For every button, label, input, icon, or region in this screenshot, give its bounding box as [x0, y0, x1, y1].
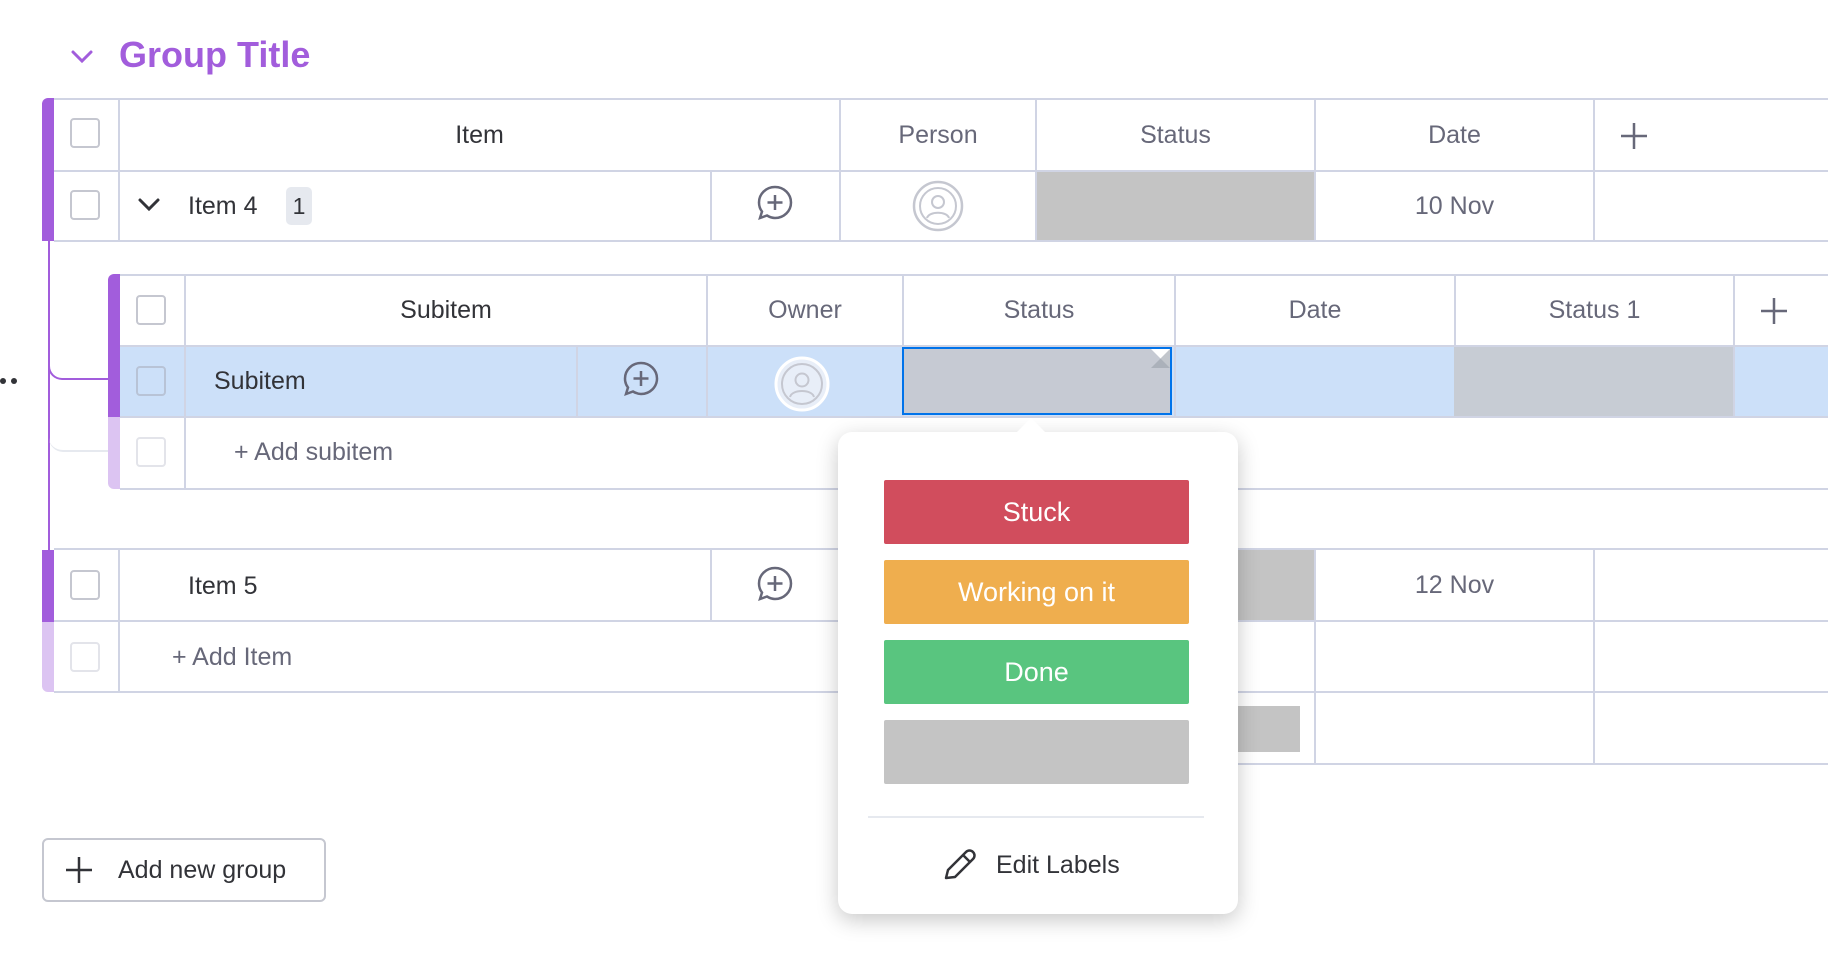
status-cell[interactable] — [1037, 172, 1314, 240]
subitem-connector — [48, 360, 110, 380]
status-option-stuck[interactable]: Stuck — [884, 480, 1189, 544]
subitem-table-bar-faint — [108, 417, 120, 489]
add-item-button[interactable]: + Add Item — [172, 643, 292, 672]
column-header-date[interactable]: Date — [1316, 100, 1593, 170]
group-color-bar-faint — [42, 622, 54, 692]
edit-labels-button[interactable]: Edit Labels — [940, 842, 1140, 888]
column-header-status-1[interactable]: Status 1 — [1456, 276, 1733, 345]
add-subitem-button[interactable]: + Add subitem — [234, 438, 393, 467]
popup-divider — [868, 816, 1204, 818]
column-header-owner[interactable]: Owner — [708, 276, 902, 345]
owner-person-icon[interactable] — [774, 356, 830, 412]
add-column-plus-icon[interactable] — [1619, 121, 1649, 151]
select-all-checkbox[interactable] — [70, 118, 100, 148]
add-new-group-button[interactable]: Add new group — [42, 838, 326, 902]
expand-subitems-chevron-icon[interactable] — [136, 194, 162, 216]
group-color-bar — [42, 550, 54, 622]
add-update-icon[interactable] — [756, 184, 794, 222]
subitem-table-bar — [108, 274, 120, 417]
group-color-bar — [42, 98, 54, 241]
status-cell-active[interactable] — [902, 347, 1172, 415]
column-header-subitem[interactable]: Subitem — [186, 276, 706, 345]
add-update-icon[interactable] — [622, 360, 660, 398]
group-title[interactable]: Group Title — [119, 34, 310, 76]
date-cell[interactable]: 12 Nov — [1316, 550, 1593, 620]
column-header-date[interactable]: Date — [1176, 276, 1454, 345]
add-subitem-checkbox — [136, 437, 166, 467]
popup-arrow — [1015, 418, 1047, 434]
subitem-count-badge[interactable]: 1 — [286, 187, 312, 225]
row-checkbox[interactable] — [70, 570, 100, 600]
column-header-item[interactable]: Item — [120, 100, 839, 170]
collapse-group-chevron-icon[interactable] — [68, 44, 96, 68]
subitem-connector-faint — [49, 400, 110, 452]
add-update-icon[interactable] — [756, 565, 794, 603]
column-header-person[interactable]: Person — [841, 100, 1035, 170]
edit-labels-text: Edit Labels — [996, 850, 1120, 879]
add-item-checkbox — [70, 642, 100, 672]
item-name[interactable]: Item 4 — [188, 192, 257, 221]
column-header-status[interactable]: Status — [904, 276, 1174, 345]
status-option-empty[interactable] — [884, 720, 1189, 784]
subitem-checkbox[interactable] — [136, 366, 166, 396]
date-cell[interactable]: 10 Nov — [1316, 172, 1593, 240]
subitem-connector — [48, 241, 50, 550]
plus-icon — [64, 855, 94, 885]
add-subitem-column-plus-icon[interactable] — [1759, 296, 1789, 326]
status-1-cell[interactable] — [1454, 347, 1733, 416]
status-option-done[interactable]: Done — [884, 640, 1189, 704]
status-option-working-on-it[interactable]: Working on it — [884, 560, 1189, 624]
row-checkbox[interactable] — [70, 190, 100, 220]
subitem-name[interactable]: Subitem — [214, 367, 306, 396]
status-cell-corner — [1151, 349, 1170, 368]
add-new-group-label: Add new group — [118, 855, 287, 884]
column-header-status[interactable]: Status — [1037, 100, 1314, 170]
select-all-subitems-checkbox[interactable] — [136, 295, 166, 325]
pencil-icon — [940, 846, 978, 884]
person-icon[interactable] — [912, 180, 964, 232]
row-options-dots-icon[interactable] — [0, 373, 22, 384]
item-name[interactable]: Item 5 — [188, 572, 257, 601]
